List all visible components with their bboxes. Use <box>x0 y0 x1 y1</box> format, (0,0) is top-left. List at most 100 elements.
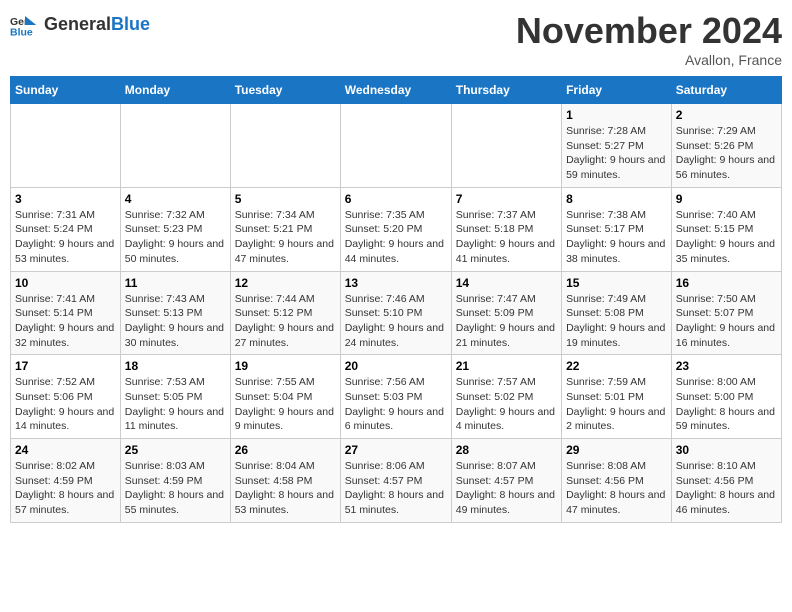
day-info: Sunrise: 7:52 AMSunset: 5:06 PMDaylight:… <box>15 375 116 434</box>
day-info: Sunrise: 7:34 AMSunset: 5:21 PMDaylight:… <box>235 208 336 267</box>
day-info: Sunrise: 7:55 AMSunset: 5:04 PMDaylight:… <box>235 375 336 434</box>
day-info: Sunrise: 7:29 AMSunset: 5:26 PMDaylight:… <box>676 124 777 183</box>
day-info: Sunrise: 7:31 AMSunset: 5:24 PMDaylight:… <box>15 208 116 267</box>
day-info: Sunrise: 7:56 AMSunset: 5:03 PMDaylight:… <box>345 375 447 434</box>
calendar-cell: 1 Sunrise: 7:28 AMSunset: 5:27 PMDaylight… <box>562 104 672 188</box>
day-info: Sunrise: 8:02 AMSunset: 4:59 PMDaylight:… <box>15 459 116 518</box>
calendar-cell: 20 Sunrise: 7:56 AMSunset: 5:03 PMDayligh… <box>340 355 451 439</box>
day-number: 15 <box>566 276 667 290</box>
day-number: 26 <box>235 443 336 457</box>
day-number: 3 <box>15 192 116 206</box>
weekday-header: Wednesday <box>340 77 451 104</box>
calendar-cell: 28Sunrise: 8:07 AMSunset: 4:57 PMDayligh… <box>451 439 561 523</box>
day-info: Sunrise: 7:37 AMSunset: 5:18 PMDaylight:… <box>456 208 557 267</box>
location: Avallon, France <box>516 52 782 68</box>
calendar-week-row: 10Sunrise: 7:41 AMSunset: 5:14 PMDayligh… <box>11 271 782 355</box>
weekday-header: Friday <box>562 77 672 104</box>
calendar-cell: 6 Sunrise: 7:35 AMSunset: 5:20 PMDaylight… <box>340 187 451 271</box>
calendar-cell: 23 Sunrise: 8:00 AMSunset: 5:00 PMDayligh… <box>671 355 781 439</box>
day-number: 4 <box>125 192 226 206</box>
day-number: 25 <box>125 443 226 457</box>
day-number: 11 <box>125 276 226 290</box>
calendar-cell: 7 Sunrise: 7:37 AMSunset: 5:18 PMDaylight… <box>451 187 561 271</box>
day-info: Sunrise: 7:32 AMSunset: 5:23 PMDaylight:… <box>125 208 226 267</box>
calendar-cell: 21Sunrise: 7:57 AMSunset: 5:02 PMDayligh… <box>451 355 561 439</box>
weekday-header: Sunday <box>11 77 121 104</box>
day-number: 20 <box>345 359 447 373</box>
day-number: 8 <box>566 192 667 206</box>
day-info: Sunrise: 7:38 AMSunset: 5:17 PMDaylight:… <box>566 208 667 267</box>
day-info: Sunrise: 8:06 AMSunset: 4:57 PMDaylight:… <box>345 459 447 518</box>
day-number: 16 <box>676 276 777 290</box>
month-title: November 2024 <box>516 10 782 52</box>
calendar-cell: 9 Sunrise: 7:40 AMSunset: 5:15 PMDaylight… <box>671 187 781 271</box>
day-info: Sunrise: 7:59 AMSunset: 5:01 PMDaylight:… <box>566 375 667 434</box>
calendar-cell <box>11 104 121 188</box>
day-info: Sunrise: 8:03 AMSunset: 4:59 PMDaylight:… <box>125 459 226 518</box>
day-info: Sunrise: 7:50 AMSunset: 5:07 PMDaylight:… <box>676 292 777 351</box>
day-number: 21 <box>456 359 557 373</box>
day-number: 23 <box>676 359 777 373</box>
calendar-cell: 15 Sunrise: 7:49 AMSunset: 5:08 PMDayligh… <box>562 271 672 355</box>
logo: Gen Blue GeneralBlue <box>10 10 150 40</box>
calendar-week-row: 24 Sunrise: 8:02 AMSunset: 4:59 PMDayligh… <box>11 439 782 523</box>
calendar-week-row: 17 Sunrise: 7:52 AMSunset: 5:06 PMDayligh… <box>11 355 782 439</box>
weekday-header: Saturday <box>671 77 781 104</box>
day-number: 12 <box>235 276 336 290</box>
calendar-cell: 13 Sunrise: 7:46 AMSunset: 5:10 PMDayligh… <box>340 271 451 355</box>
day-info: Sunrise: 7:35 AMSunset: 5:20 PMDaylight:… <box>345 208 447 267</box>
day-number: 22 <box>566 359 667 373</box>
day-info: Sunrise: 7:47 AMSunset: 5:09 PMDaylight:… <box>456 292 557 351</box>
day-number: 19 <box>235 359 336 373</box>
day-number: 27 <box>345 443 447 457</box>
day-info: Sunrise: 7:44 AMSunset: 5:12 PMDaylight:… <box>235 292 336 351</box>
calendar-cell: 16 Sunrise: 7:50 AMSunset: 5:07 PMDayligh… <box>671 271 781 355</box>
day-number: 7 <box>456 192 557 206</box>
day-info: Sunrise: 7:40 AMSunset: 5:15 PMDaylight:… <box>676 208 777 267</box>
calendar-cell: 29 Sunrise: 8:08 AMSunset: 4:56 PMDayligh… <box>562 439 672 523</box>
calendar-week-row: 1 Sunrise: 7:28 AMSunset: 5:27 PMDaylight… <box>11 104 782 188</box>
calendar-cell <box>340 104 451 188</box>
calendar-table: SundayMondayTuesdayWednesdayThursdayFrid… <box>10 76 782 523</box>
weekday-header-row: SundayMondayTuesdayWednesdayThursdayFrid… <box>11 77 782 104</box>
logo-text: GeneralBlue <box>44 15 150 35</box>
calendar-cell <box>230 104 340 188</box>
day-number: 2 <box>676 108 777 122</box>
day-info: Sunrise: 7:28 AMSunset: 5:27 PMDaylight:… <box>566 124 667 183</box>
day-info: Sunrise: 8:10 AMSunset: 4:56 PMDaylight:… <box>676 459 777 518</box>
day-info: Sunrise: 8:04 AMSunset: 4:58 PMDaylight:… <box>235 459 336 518</box>
day-info: Sunrise: 7:46 AMSunset: 5:10 PMDaylight:… <box>345 292 447 351</box>
day-number: 1 <box>566 108 667 122</box>
day-number: 13 <box>345 276 447 290</box>
svg-text:Blue: Blue <box>10 27 33 39</box>
day-info: Sunrise: 7:43 AMSunset: 5:13 PMDaylight:… <box>125 292 226 351</box>
day-number: 5 <box>235 192 336 206</box>
calendar-cell <box>120 104 230 188</box>
calendar-cell: 8 Sunrise: 7:38 AMSunset: 5:17 PMDaylight… <box>562 187 672 271</box>
day-number: 30 <box>676 443 777 457</box>
day-number: 9 <box>676 192 777 206</box>
day-number: 28 <box>456 443 557 457</box>
calendar-cell: 14Sunrise: 7:47 AMSunset: 5:09 PMDayligh… <box>451 271 561 355</box>
calendar-cell: 4 Sunrise: 7:32 AMSunset: 5:23 PMDaylight… <box>120 187 230 271</box>
page-header: Gen Blue GeneralBlue November 2024 Avall… <box>10 10 782 68</box>
title-block: November 2024 Avallon, France <box>516 10 782 68</box>
day-info: Sunrise: 8:08 AMSunset: 4:56 PMDaylight:… <box>566 459 667 518</box>
day-number: 10 <box>15 276 116 290</box>
day-number: 24 <box>15 443 116 457</box>
day-number: 29 <box>566 443 667 457</box>
day-info: Sunrise: 7:53 AMSunset: 5:05 PMDaylight:… <box>125 375 226 434</box>
day-number: 17 <box>15 359 116 373</box>
calendar-cell: 2 Sunrise: 7:29 AMSunset: 5:26 PMDaylight… <box>671 104 781 188</box>
day-info: Sunrise: 8:00 AMSunset: 5:00 PMDaylight:… <box>676 375 777 434</box>
calendar-cell: 19 Sunrise: 7:55 AMSunset: 5:04 PMDayligh… <box>230 355 340 439</box>
calendar-cell: 25 Sunrise: 8:03 AMSunset: 4:59 PMDayligh… <box>120 439 230 523</box>
day-info: Sunrise: 7:49 AMSunset: 5:08 PMDaylight:… <box>566 292 667 351</box>
weekday-header: Monday <box>120 77 230 104</box>
calendar-cell: 27 Sunrise: 8:06 AMSunset: 4:57 PMDayligh… <box>340 439 451 523</box>
calendar-cell: 17 Sunrise: 7:52 AMSunset: 5:06 PMDayligh… <box>11 355 121 439</box>
calendar-cell: 11 Sunrise: 7:43 AMSunset: 5:13 PMDayligh… <box>120 271 230 355</box>
day-number: 6 <box>345 192 447 206</box>
day-number: 18 <box>125 359 226 373</box>
calendar-cell: 10Sunrise: 7:41 AMSunset: 5:14 PMDayligh… <box>11 271 121 355</box>
